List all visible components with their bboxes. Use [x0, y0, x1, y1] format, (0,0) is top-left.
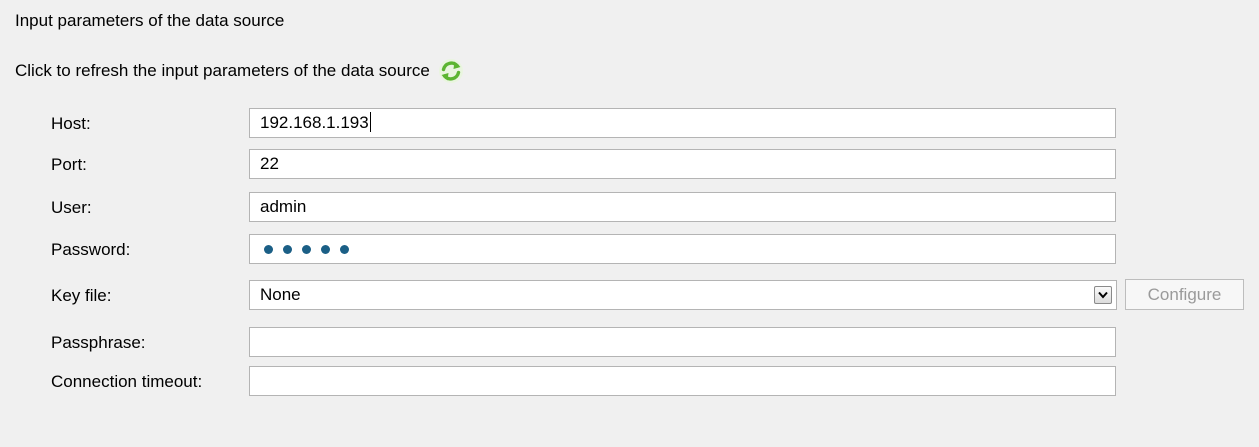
- password-mask-dot: [340, 244, 349, 254]
- port-row: Port: 22: [0, 148, 1259, 180]
- refresh-row: Click to refresh the input parameters of…: [15, 58, 464, 84]
- connection-timeout-input[interactable]: [249, 366, 1116, 396]
- password-input[interactable]: [249, 234, 1116, 264]
- refresh-icon[interactable]: [438, 58, 464, 84]
- key-file-row: Key file: None Configure: [0, 279, 1259, 311]
- host-label: Host:: [51, 114, 91, 133]
- host-value: 192.168.1.193: [260, 113, 369, 132]
- user-input[interactable]: admin: [249, 192, 1116, 222]
- text-caret: [369, 112, 371, 132]
- key-file-label: Key file:: [51, 286, 112, 305]
- configure-button[interactable]: Configure: [1125, 279, 1244, 310]
- dropdown-arrow-button[interactable]: [1094, 286, 1112, 304]
- user-label: User:: [51, 198, 92, 217]
- password-label: Password:: [51, 240, 131, 259]
- password-row: Password:: [0, 233, 1259, 265]
- connection-timeout-row: Connection timeout:: [0, 365, 1259, 397]
- passphrase-label: Passphrase:: [51, 333, 146, 352]
- refresh-text: Click to refresh the input parameters of…: [15, 61, 430, 80]
- password-mask-dot: [283, 244, 292, 254]
- password-mask-dot: [321, 244, 330, 254]
- passphrase-input[interactable]: [249, 327, 1116, 357]
- passphrase-row: Passphrase:: [0, 326, 1259, 358]
- key-file-select[interactable]: None: [249, 280, 1117, 310]
- password-dots: [260, 235, 1105, 263]
- password-mask-dot: [302, 244, 311, 254]
- port-label: Port:: [51, 155, 87, 174]
- password-mask-dot: [264, 244, 273, 254]
- port-input[interactable]: 22: [249, 149, 1116, 179]
- user-row: User: admin: [0, 191, 1259, 223]
- section-title: Input parameters of the data source: [15, 11, 285, 30]
- key-file-selected: None: [260, 285, 301, 304]
- host-row: Host: 192.168.1.193: [0, 107, 1259, 139]
- host-input[interactable]: 192.168.1.193: [249, 108, 1116, 138]
- chevron-down-icon: [1098, 291, 1108, 299]
- connection-timeout-label: Connection timeout:: [51, 372, 203, 391]
